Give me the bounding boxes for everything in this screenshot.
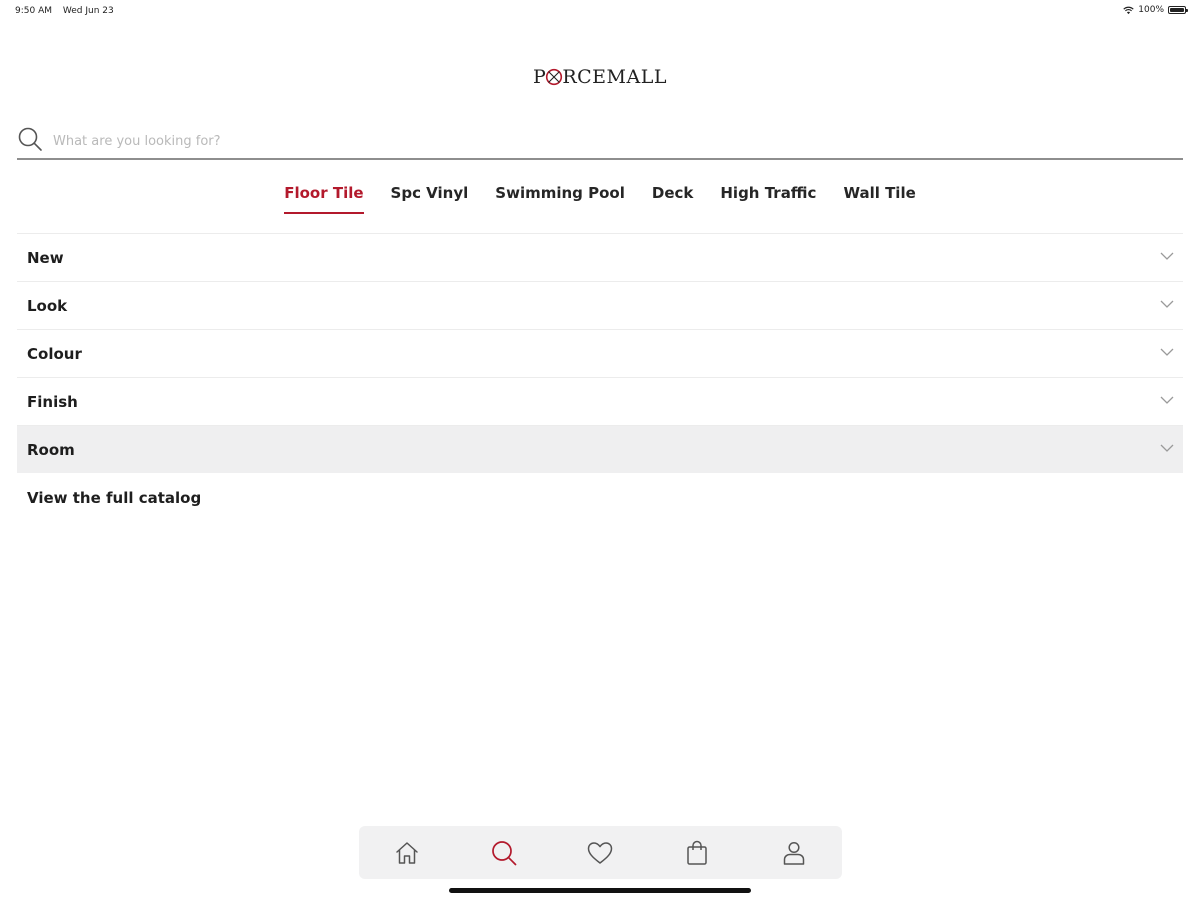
chevron-down-icon — [1160, 444, 1174, 452]
filter-label: Look — [27, 296, 68, 315]
chevron-down-icon — [1160, 252, 1174, 260]
tab-search[interactable] — [484, 833, 524, 873]
filter-label: New — [27, 248, 64, 267]
tab-deck[interactable]: Deck — [652, 184, 694, 214]
filter-label: Colour — [27, 344, 82, 363]
search-bar — [17, 124, 1183, 160]
battery-icon — [1168, 6, 1188, 14]
logo-text-end: RCEMALL — [562, 66, 667, 88]
tab-account[interactable] — [774, 833, 814, 873]
tab-cart[interactable] — [677, 833, 717, 873]
search-icon — [18, 127, 42, 151]
category-tabs: Floor Tile Spc Vinyl Swimming Pool Deck High… — [0, 184, 1200, 214]
status-right: 100% — [1123, 5, 1188, 15]
status-time: 9:50 AM — [15, 6, 52, 16]
chevron-down-icon — [1160, 300, 1174, 308]
home-icon — [396, 841, 419, 864]
filter-new[interactable]: New — [17, 233, 1183, 281]
tab-home[interactable] — [387, 833, 427, 873]
tab-swimming-pool[interactable]: Swimming Pool — [495, 184, 625, 214]
logo-o-mark-icon — [545, 68, 563, 86]
chevron-down-icon — [1160, 348, 1174, 356]
filter-label: Finish — [27, 392, 78, 411]
status-left: 9:50 AM Wed Jun 23 — [15, 6, 122, 16]
status-date: Wed Jun 23 — [62, 6, 114, 16]
battery-level — [1170, 8, 1184, 12]
filter-room[interactable]: Room — [17, 425, 1183, 473]
tab-high-traffic[interactable]: High Traffic — [720, 184, 816, 214]
chevron-down-icon — [1160, 396, 1174, 404]
search-icon — [492, 840, 517, 865]
search-input[interactable] — [51, 128, 955, 154]
wifi-icon — [1123, 6, 1134, 14]
shopping-bag-icon — [687, 840, 707, 865]
filter-finish[interactable]: Finish — [17, 377, 1183, 425]
tab-favorites[interactable] — [580, 833, 620, 873]
tab-spc-vinyl[interactable]: Spc Vinyl — [391, 184, 469, 214]
filter-colour[interactable]: Colour — [17, 329, 1183, 377]
home-indicator[interactable] — [449, 888, 751, 893]
bottom-tab-bar — [359, 826, 842, 879]
user-icon — [783, 841, 804, 865]
view-full-catalog-link[interactable]: View the full catalog — [27, 489, 201, 507]
logo-text-start: P — [533, 66, 547, 88]
filter-label: Room — [27, 440, 75, 459]
battery-percent: 100% — [1138, 5, 1164, 15]
brand-logo[interactable]: P RCEMALL — [0, 66, 1200, 88]
tab-wall-tile[interactable]: Wall Tile — [843, 184, 915, 214]
filter-look[interactable]: Look — [17, 281, 1183, 329]
screen: 9:50 AM Wed Jun 23 100% P RCEMALL What a… — [0, 0, 1200, 900]
status-bar: 9:50 AM Wed Jun 23 100% — [0, 0, 1200, 22]
heart-icon — [588, 841, 613, 864]
tab-floor-tile[interactable]: Floor Tile — [284, 184, 364, 214]
filter-list: New Look Colour Finish Room — [17, 233, 1183, 473]
